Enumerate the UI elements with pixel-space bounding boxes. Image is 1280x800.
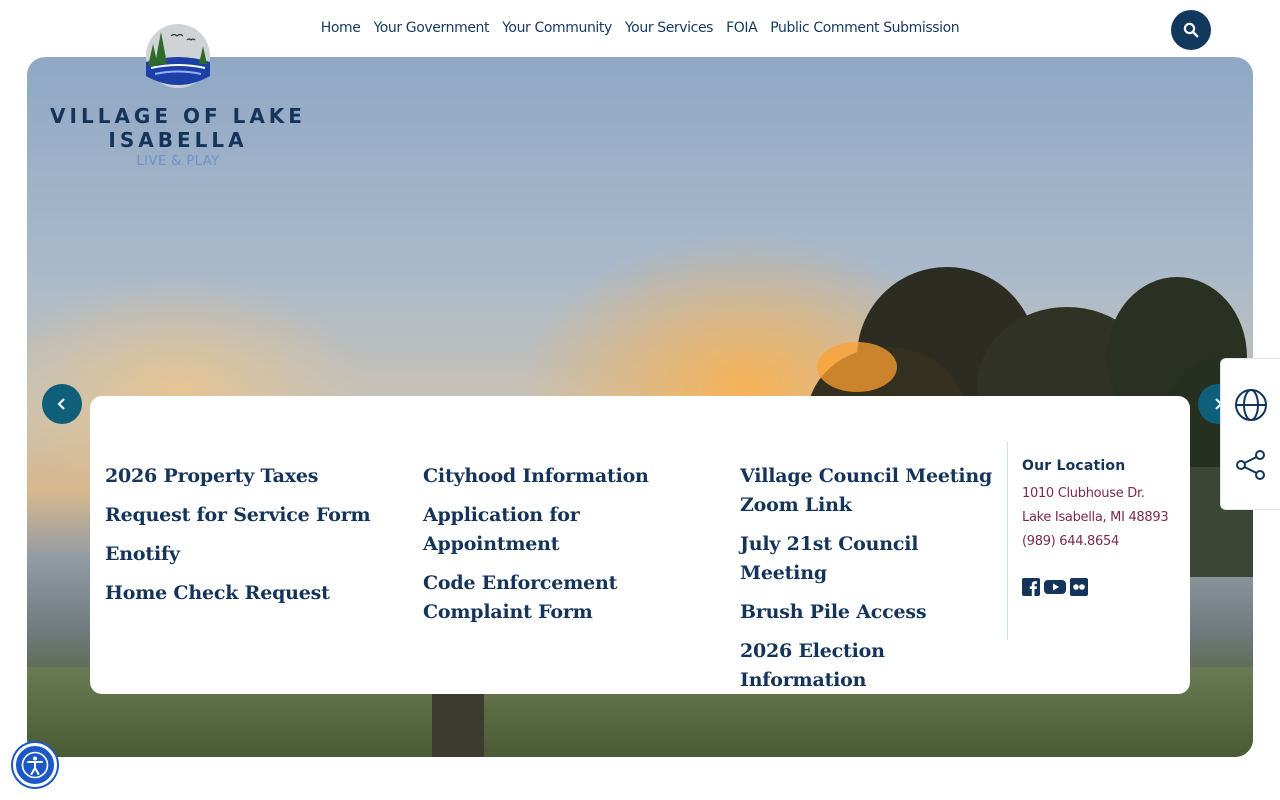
logo-name: VILLAGE OF LAKE ISABELLA <box>50 104 306 152</box>
nav-your-community[interactable]: Your Community <box>502 14 612 42</box>
quick-link-code-enforcement-complaint[interactable]: Code Enforcement Complaint Form <box>423 569 683 627</box>
nav-foia[interactable]: FOIA <box>726 14 758 42</box>
flickr-icon[interactable] <box>1070 578 1088 596</box>
quick-link-council-zoom-link[interactable]: Village Council Meeting Zoom Link <box>740 462 1000 520</box>
location-block: Our Location 1010 Clubhouse Dr. Lake Isa… <box>1022 458 1190 596</box>
quick-links-column-1: 2026 Property Taxes Request for Service … <box>105 462 395 618</box>
share-button[interactable] <box>1233 447 1269 483</box>
chevron-left-icon <box>57 398 65 410</box>
quick-link-request-for-service[interactable]: Request for Service Form <box>105 501 395 530</box>
quick-link-election-information[interactable]: 2026 Election Information <box>740 637 1000 695</box>
quick-link-enotify[interactable]: Enotify <box>105 540 395 569</box>
quick-link-cityhood-information[interactable]: Cityhood Information <box>423 462 683 491</box>
translate-button[interactable] <box>1233 387 1269 423</box>
nav-your-government[interactable]: Your Government <box>373 14 489 42</box>
location-title: Our Location <box>1022 458 1126 474</box>
carousel-prev-button[interactable] <box>42 384 82 424</box>
quick-links-column-3: Village Council Meeting Zoom Link July 2… <box>740 462 1000 705</box>
quick-link-home-check-request[interactable]: Home Check Request <box>105 579 395 608</box>
logo-tagline: LIVE & PLAY <box>136 154 220 169</box>
lake-emblem-icon <box>146 24 210 88</box>
panel-divider <box>1007 442 1008 640</box>
accessibility-icon <box>21 751 49 779</box>
quick-link-property-taxes[interactable]: 2026 Property Taxes <box>105 462 395 491</box>
side-tools <box>1220 358 1280 510</box>
quick-link-application-for-appointment[interactable]: Application for Appointment <box>423 501 683 559</box>
search-icon <box>1183 22 1199 38</box>
nav-public-comment-submission[interactable]: Public Comment Submission <box>770 14 959 42</box>
nav-your-services[interactable]: Your Services <box>625 14 714 42</box>
globe-icon <box>1235 389 1267 421</box>
youtube-icon[interactable] <box>1044 578 1066 596</box>
location-address-line2[interactable]: Lake Isabella, MI 48893 <box>1022 506 1190 530</box>
quick-links-panel: 2026 Property Taxes Request for Service … <box>90 396 1190 694</box>
social-links <box>1022 578 1190 596</box>
location-address-line1[interactable]: 1010 Clubhouse Dr. <box>1022 482 1190 506</box>
accessibility-button[interactable] <box>13 743 57 787</box>
search-button[interactable] <box>1171 10 1211 50</box>
facebook-icon[interactable] <box>1022 578 1040 596</box>
quick-link-july-21st-council-meeting[interactable]: July 21st Council Meeting <box>740 530 1000 588</box>
location-phone[interactable]: (989) 644.8654 <box>1022 530 1190 554</box>
hero-post <box>432 687 484 757</box>
quick-link-brush-pile-access[interactable]: Brush Pile Access <box>740 598 1000 627</box>
nav-home[interactable]: Home <box>321 14 361 42</box>
share-icon <box>1236 450 1265 480</box>
quick-links-column-2: Cityhood Information Application for App… <box>423 462 683 637</box>
site-logo[interactable]: VILLAGE OF LAKE ISABELLA LIVE & PLAY <box>40 22 316 169</box>
